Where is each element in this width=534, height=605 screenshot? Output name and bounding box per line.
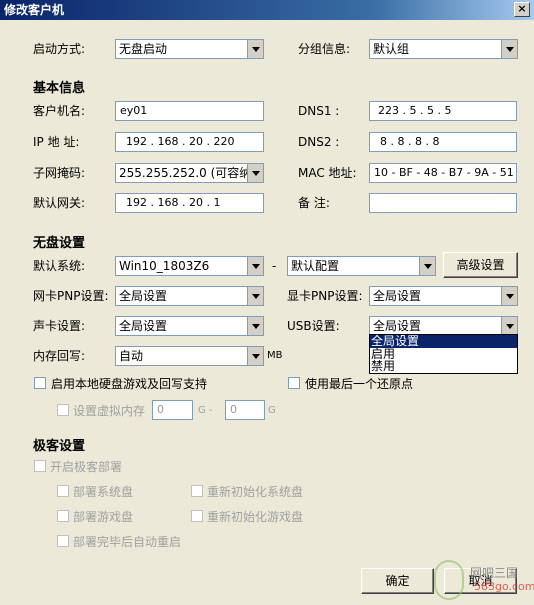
nic-label: 网卡PNP设置:	[33, 289, 109, 303]
auto-reboot-checkbox[interactable]	[57, 535, 69, 547]
chevron-down-icon	[247, 164, 263, 182]
sys-disk-checkbox[interactable]	[57, 485, 69, 497]
group-select[interactable]: 默认组	[369, 39, 518, 59]
left-strip	[0, 20, 7, 605]
watermark-logo: 网吧三国 583go.com	[430, 558, 534, 605]
sound-value: 全局设置	[119, 319, 168, 333]
mask-label: 子网掩码:	[33, 166, 86, 180]
ok-button[interactable]: 确定	[361, 568, 434, 594]
boot-select[interactable]: 无盘启动	[115, 39, 264, 59]
note-label: 备 注:	[298, 196, 330, 210]
chevron-down-icon	[501, 317, 517, 335]
vmem-to-input[interactable]: 0	[225, 400, 265, 420]
local-disk-checkbox[interactable]	[34, 377, 46, 389]
gpu-label: 显卡PNP设置:	[287, 289, 363, 303]
dns2-input[interactable]: 8 . 8 . 8 . 8	[369, 132, 517, 152]
boot-value: 无盘启动	[119, 42, 168, 56]
watermark-circle-icon	[434, 560, 464, 600]
gateway-label: 默认网关:	[33, 196, 86, 210]
vmem-checkbox[interactable]	[57, 404, 69, 416]
dns1-label: DNS1 :	[298, 104, 340, 118]
chevron-down-icon	[247, 287, 263, 305]
vmem-g1: G -	[198, 405, 213, 416]
reinit-sys-label: 重新初始化系统盘	[207, 485, 304, 499]
dns1-input[interactable]: 223 . 5 . 5 . 5	[369, 101, 517, 121]
default-os-label: 默认系统:	[33, 259, 86, 273]
usb-option-disable[interactable]: 禁用	[370, 360, 517, 373]
usb-value: 全局设置	[373, 319, 422, 333]
memwb-value: 自动	[119, 349, 144, 363]
group-value: 默认组	[373, 42, 410, 56]
chevron-down-icon	[501, 40, 517, 58]
close-button[interactable]: ×	[514, 2, 530, 17]
gateway-input[interactable]: 192 . 168 . 20 . 1	[115, 193, 264, 213]
deploy-header: 极客设置	[33, 439, 86, 454]
usb-label: USB设置:	[287, 319, 340, 333]
reinit-game-checkbox[interactable]	[191, 510, 203, 522]
os-dash: -	[272, 259, 277, 273]
gpu-value: 全局设置	[373, 289, 422, 303]
reinit-game-label: 重新初始化游戏盘	[207, 510, 304, 524]
memwb-select[interactable]: 自动	[115, 346, 264, 366]
nic-value: 全局设置	[119, 289, 168, 303]
ip-label: IP 地 址:	[33, 135, 80, 149]
sound-select[interactable]: 全局设置	[115, 316, 264, 336]
memwb-label: 内存回写:	[33, 349, 86, 363]
usb-select[interactable]: 全局设置	[369, 316, 518, 336]
vmem-g2: G	[268, 405, 276, 416]
chevron-down-icon	[247, 317, 263, 335]
group-label: 分组信息:	[298, 42, 351, 56]
game-disk-label: 部署游戏盘	[73, 510, 134, 524]
usb-dropdown-list: 全局设置 启用 禁用	[369, 334, 518, 374]
config-select[interactable]: 默认配置	[287, 256, 436, 276]
restore-point-checkbox[interactable]	[288, 377, 300, 389]
enable-deploy-label: 开启极客部署	[50, 460, 123, 474]
client-name-input[interactable]: ey01	[115, 101, 264, 121]
basic-header: 基本信息	[33, 81, 86, 96]
chevron-down-icon	[501, 287, 517, 305]
default-os-select[interactable]: Win10_1803Z6	[115, 256, 264, 276]
note-input[interactable]	[369, 193, 517, 213]
memwb-unit: MB	[267, 350, 283, 361]
mask-value: 255.255.252.0 (可容纳	[119, 166, 252, 180]
chevron-down-icon	[247, 40, 263, 58]
reinit-sys-checkbox[interactable]	[191, 485, 203, 497]
nic-select[interactable]: 全局设置	[115, 286, 264, 306]
sound-label: 声卡设置:	[33, 319, 86, 333]
local-disk-label: 启用本地硬盘游戏及回写支持	[51, 377, 208, 391]
vmem-from-input[interactable]: 0	[152, 400, 193, 420]
advanced-settings-button[interactable]: 高级设置	[443, 252, 518, 278]
chevron-down-icon	[247, 257, 263, 275]
sys-disk-label: 部署系统盘	[73, 485, 134, 499]
usb-option-global[interactable]: 全局设置	[370, 335, 517, 348]
vmem-label: 设置虚拟内存	[73, 404, 146, 418]
mask-select[interactable]: 255.255.252.0 (可容纳	[115, 163, 264, 183]
restore-point-label: 使用最后一个还原点	[305, 377, 414, 391]
client-name-label: 客户机名:	[33, 104, 86, 118]
chevron-down-icon	[247, 347, 263, 365]
chevron-down-icon	[419, 257, 435, 275]
mac-label: MAC 地址:	[298, 166, 357, 180]
enable-deploy-checkbox[interactable]	[34, 460, 46, 472]
watermark-line2: 583go.com	[474, 580, 534, 593]
window-titlebar: 修改客户机 ×	[0, 0, 534, 20]
auto-reboot-label: 部署完毕后自动重启	[73, 535, 182, 549]
dns2-label: DNS2 :	[298, 135, 340, 149]
boot-label: 启动方式:	[33, 42, 86, 56]
default-os-value: Win10_1803Z6	[119, 259, 210, 273]
mac-input[interactable]: 10 - BF - 48 - B7 - 9A - 51	[369, 163, 517, 183]
game-disk-checkbox[interactable]	[57, 510, 69, 522]
watermark-line1: 网吧三国	[470, 566, 519, 580]
config-value: 默认配置	[291, 259, 340, 273]
diskless-header: 无盘设置	[33, 236, 86, 251]
ip-input[interactable]: 192 . 168 . 20 . 220	[115, 132, 264, 152]
window-title: 修改客户机	[4, 3, 65, 17]
gpu-select[interactable]: 全局设置	[369, 286, 518, 306]
